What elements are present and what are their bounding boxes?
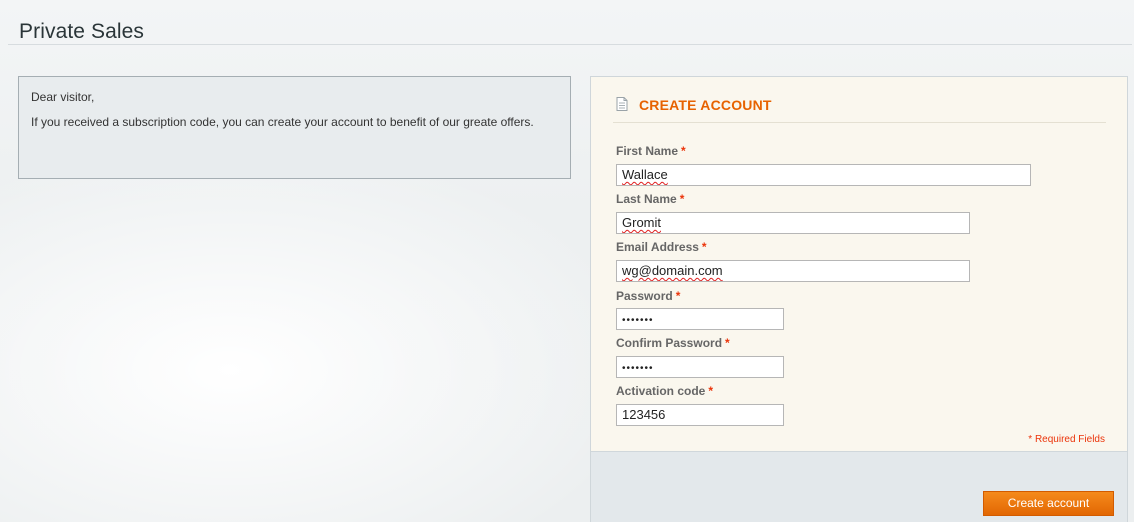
required-marker: * <box>725 336 730 350</box>
last-name-label-text: Last Name <box>616 192 677 206</box>
required-fields-note: * Required Fields <box>1028 434 1105 445</box>
create-account-form: CREATE ACCOUNT First Name * Wallace Last … <box>591 77 1127 451</box>
last-name-value: Gromit <box>622 215 661 230</box>
last-name-input[interactable]: Gromit <box>616 212 970 234</box>
section-header: CREATE ACCOUNT <box>613 94 1106 123</box>
email-label-text: Email Address <box>616 240 699 254</box>
confirm-password-value: ••••••• <box>622 363 654 374</box>
first-name-label-text: First Name <box>616 144 679 158</box>
document-icon <box>616 97 628 111</box>
page-title-bar: Private Sales <box>8 8 1132 45</box>
page-title: Private Sales <box>19 20 145 43</box>
activation-code-value: 123456 <box>622 407 666 422</box>
first-name-input[interactable]: Wallace <box>616 164 1031 186</box>
activation-code-label: Activation code * <box>616 384 713 398</box>
required-marker: * <box>701 240 707 254</box>
required-marker: * <box>708 384 714 398</box>
first-name-label: First Name * <box>616 144 686 158</box>
email-value: wg@domain.com <box>622 263 723 278</box>
confirm-password-label-text: Confirm Password <box>616 336 723 350</box>
private-sales-page: Private Sales Dear visitor, If you recei… <box>0 0 1134 522</box>
activation-code-label-text: Activation code <box>616 384 706 398</box>
required-marker: * <box>675 289 681 303</box>
last-name-label: Last Name * <box>616 192 684 206</box>
password-label-text: Password <box>616 289 673 303</box>
confirm-password-input[interactable]: ••••••• <box>616 356 784 378</box>
notice-greeting: Dear visitor, <box>31 90 95 104</box>
subscription-notice: Dear visitor, If you received a subscrip… <box>18 76 571 179</box>
section-title: CREATE ACCOUNT <box>639 97 772 113</box>
required-marker: * <box>681 144 686 158</box>
first-name-value: Wallace <box>622 167 668 182</box>
confirm-password-label: Confirm Password * <box>616 336 730 350</box>
email-input[interactable]: wg@domain.com <box>616 260 970 282</box>
create-account-panel: CREATE ACCOUNT First Name * Wallace Last … <box>590 76 1128 522</box>
email-label: Email Address * <box>616 240 707 254</box>
create-account-button[interactable]: Create account <box>983 491 1114 516</box>
activation-code-input[interactable]: 123456 <box>616 404 784 426</box>
password-value: ••••••• <box>622 315 654 326</box>
password-label: Password * <box>616 289 680 303</box>
required-marker: * <box>679 192 685 206</box>
password-input[interactable]: ••••••• <box>616 308 784 330</box>
notice-message: If you received a subscription code, you… <box>31 115 534 129</box>
